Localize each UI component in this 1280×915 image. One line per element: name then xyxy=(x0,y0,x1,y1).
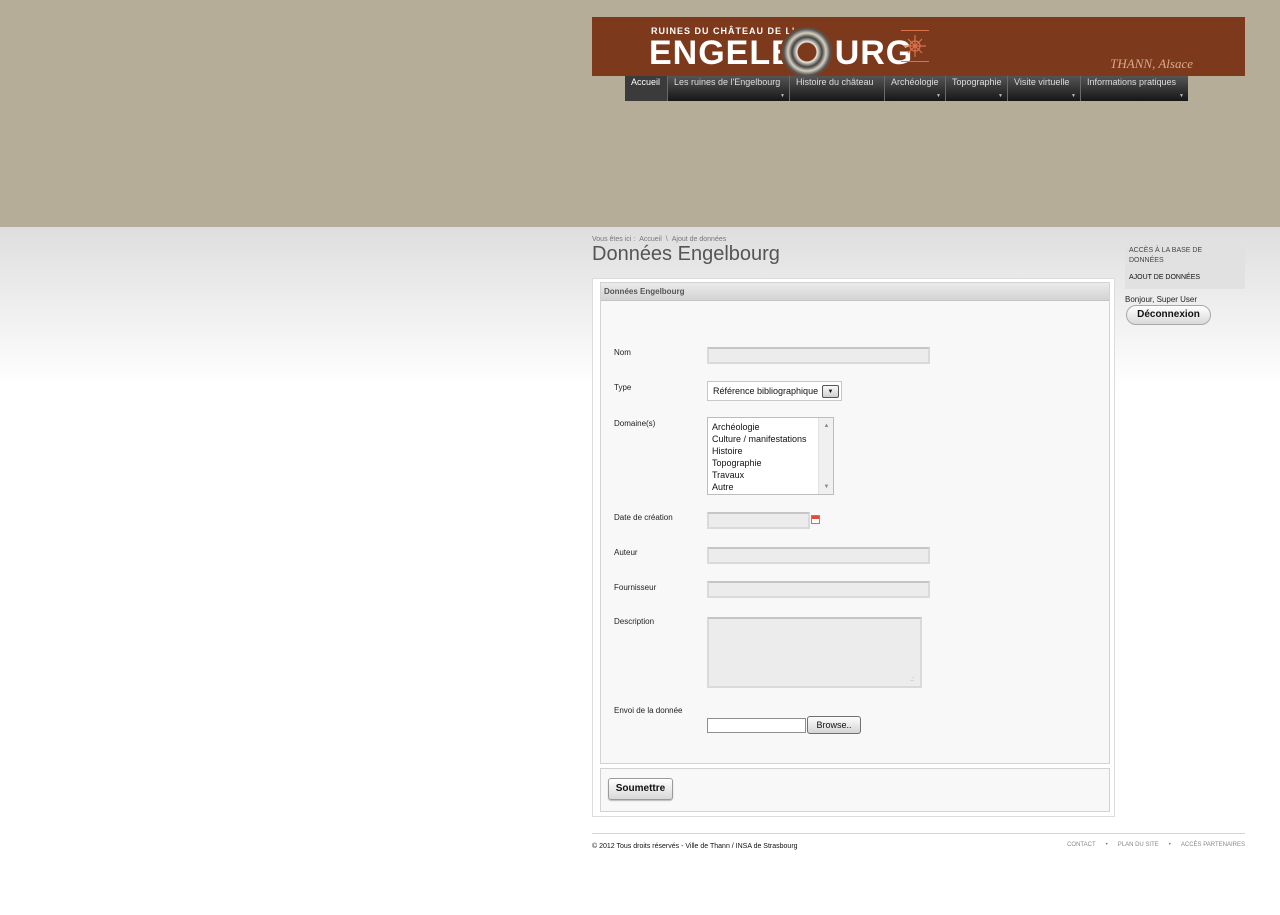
resize-grip-icon[interactable]: .: xyxy=(910,676,914,683)
domaines-listbox[interactable]: Archéologie Culture / manifestations His… xyxy=(707,417,834,495)
footer-separator: • xyxy=(1168,842,1171,848)
user-greeting: Bonjour, Super User xyxy=(1125,295,1198,304)
date-input[interactable] xyxy=(707,512,810,529)
footer-links: CONTACT • PLAN DU SITE • ACCÈS PARTENAIR… xyxy=(1067,842,1245,848)
cog-stone-icon xyxy=(780,27,834,77)
scroll-down-icon[interactable]: ▼ xyxy=(819,484,833,490)
chevron-down-icon: ▼ xyxy=(1071,93,1076,99)
list-option[interactable]: Travaux xyxy=(708,469,833,481)
menu-item-label: Histoire du château xyxy=(796,77,874,87)
footer-link-partenaires[interactable]: ACCÈS PARTENAIRES xyxy=(1181,842,1245,848)
calendar-icon[interactable] xyxy=(811,515,820,524)
chevron-down-icon: ▼ xyxy=(936,93,941,99)
list-option[interactable]: Histoire xyxy=(708,445,833,457)
file-path-input[interactable] xyxy=(707,718,806,733)
type-label: Type xyxy=(614,383,632,392)
chevron-down-icon: ▼ xyxy=(1179,93,1184,99)
list-option[interactable]: Culture / manifestations xyxy=(708,433,833,445)
list-option[interactable]: Archéologie xyxy=(708,421,833,433)
domaines-label: Domaine(s) xyxy=(614,419,656,428)
menu-item-infos[interactable]: Informations pratiques ▼ xyxy=(1081,76,1188,101)
footer-copyright: © 2012 Tous droits réservés - Ville de T… xyxy=(592,843,798,850)
chevron-down-icon: ▼ xyxy=(780,93,785,99)
chevron-down-icon[interactable]: ▼ xyxy=(822,385,839,398)
listbox-scrollbar[interactable]: ▲ ▼ xyxy=(818,418,833,494)
description-textarea[interactable]: .: xyxy=(707,617,922,688)
menu-item-visite[interactable]: Visite virtuelle ▼ xyxy=(1008,76,1081,101)
nom-input[interactable] xyxy=(707,347,930,364)
type-selected-value: Référence bibliographique xyxy=(713,386,819,396)
breadcrumb-prefix: Vous êtes ici : xyxy=(592,236,636,243)
logout-button[interactable]: Déconnexion xyxy=(1126,305,1211,325)
menu-item-ruines[interactable]: Les ruines de l'Engelbourg ▼ xyxy=(668,76,790,101)
menu-item-label: Archéologie xyxy=(891,77,939,87)
list-option[interactable]: Topographie xyxy=(708,457,833,469)
menu-item-histoire[interactable]: Histoire du château xyxy=(790,76,885,101)
menu-item-label: Informations pratiques xyxy=(1087,77,1177,87)
main-menu: Accueil Les ruines de l'Engelbourg ▼ Hist… xyxy=(625,76,1188,101)
breadcrumb: Vous êtes ici : Accueil \ Ajout de données xyxy=(592,236,730,243)
menu-item-label: Les ruines de l'Engelbourg xyxy=(674,77,781,87)
menu-item-label: Topographie xyxy=(952,77,1002,87)
banner-city: THANN, Alsace xyxy=(1110,56,1193,71)
chevron-down-icon: ▼ xyxy=(998,93,1003,99)
scroll-up-icon[interactable]: ▲ xyxy=(819,423,833,429)
sidebar-item-database[interactable]: ACCÈS À LA BASE DE DONNÉES xyxy=(1129,246,1229,266)
footer-divider xyxy=(592,833,1245,834)
footer-link-contact[interactable]: CONTACT xyxy=(1067,842,1096,848)
menu-item-archeologie[interactable]: Archéologie ▼ xyxy=(885,76,946,101)
page-title: Données Engelbourg xyxy=(592,243,780,265)
auteur-input[interactable] xyxy=(707,547,930,564)
breadcrumb-current: Ajout de données xyxy=(671,236,727,243)
auteur-label: Auteur xyxy=(614,548,638,557)
menu-item-label: Visite virtuelle xyxy=(1014,77,1070,87)
list-option[interactable]: Autre xyxy=(708,481,833,493)
browse-button[interactable]: Browse.. xyxy=(807,716,861,734)
sidebar-menu: ACCÈS À LA BASE DE DONNÉES AJOUT DE DONN… xyxy=(1125,241,1245,289)
breadcrumb-home[interactable]: Accueil xyxy=(639,236,662,243)
menu-item-accueil[interactable]: Accueil xyxy=(625,76,668,101)
type-select[interactable]: Référence bibliographique ▼ xyxy=(707,381,842,401)
nom-label: Nom xyxy=(614,348,631,357)
sidebar-item-add-data[interactable]: AJOUT DE DONNÉES xyxy=(1129,274,1200,281)
fieldset-legend: Données Engelbourg xyxy=(601,283,1109,301)
menu-item-label: Accueil xyxy=(631,77,661,87)
footer-link-plan[interactable]: PLAN DU SITE xyxy=(1118,842,1159,848)
date-label: Date de création xyxy=(614,513,673,522)
banner-title-start: ENGELB xyxy=(649,34,797,72)
submit-area xyxy=(600,768,1110,812)
breadcrumb-separator: \ xyxy=(665,236,668,243)
fournisseur-label: Fournisseur xyxy=(614,583,657,592)
submit-button[interactable]: Soumettre xyxy=(608,778,673,800)
menu-item-topographie[interactable]: Topographie ▼ xyxy=(946,76,1008,101)
fournisseur-input[interactable] xyxy=(707,581,930,598)
footer-separator: • xyxy=(1105,842,1108,848)
heritage-emblem-icon xyxy=(901,30,929,62)
site-banner[interactable]: RUINES DU CHÂTEAU DE L' ENGELB URG THANN,… xyxy=(592,17,1245,77)
description-label: Description xyxy=(614,617,655,626)
envoi-label: Envoi de la donnée xyxy=(614,706,683,715)
